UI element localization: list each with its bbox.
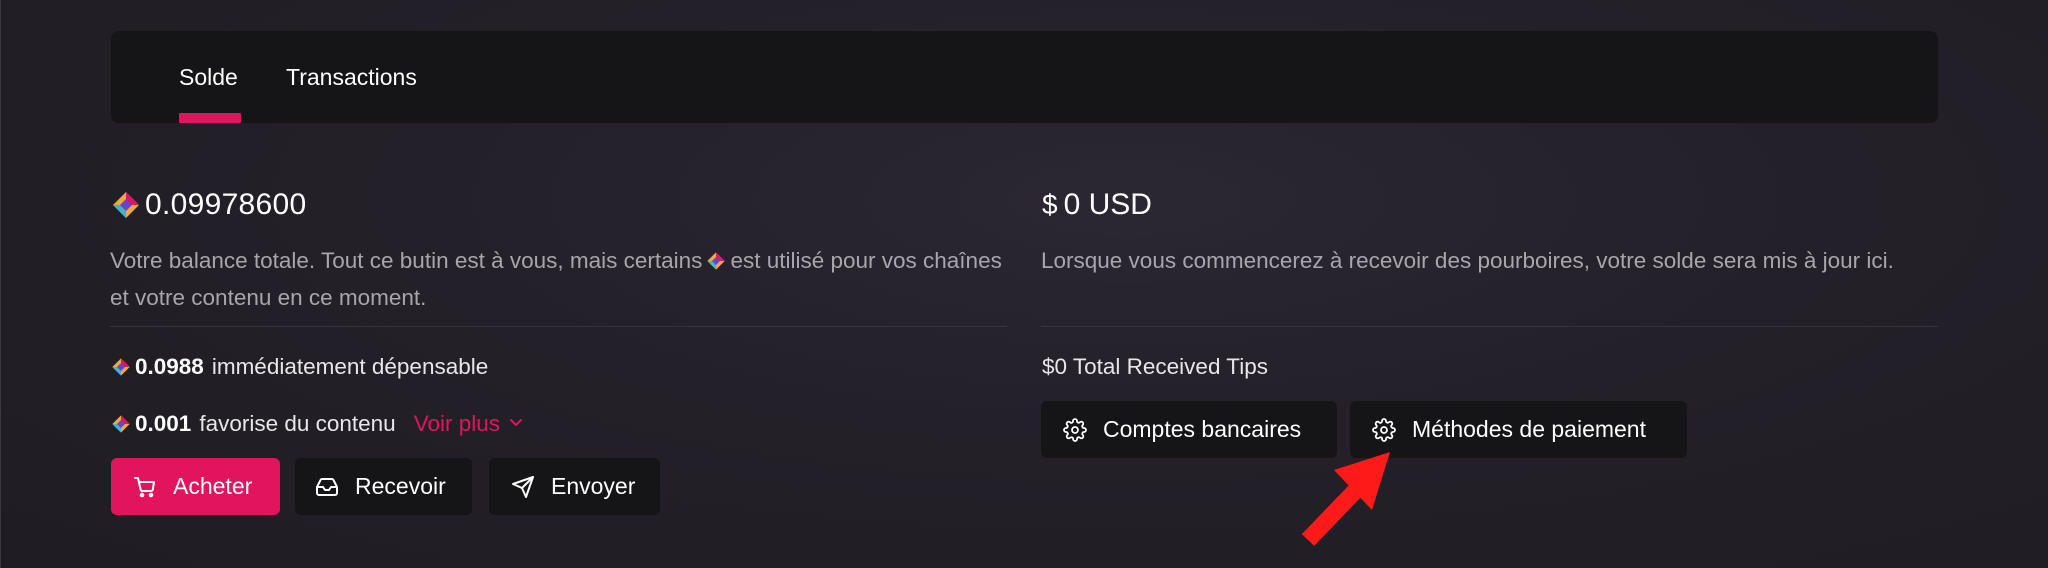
- cart-icon: [133, 475, 157, 499]
- supporting-amount: 0.001: [135, 411, 192, 436]
- payment-methods-label: Méthodes de paiement: [1412, 416, 1646, 442]
- credit-coin-icon: [111, 190, 141, 220]
- annotation-arrow-icon: [1301, 452, 1390, 546]
- spendable-balance: 0.0988 immédiatement dépensable: [111, 354, 488, 380]
- window-edge: [0, 0, 1, 568]
- buy-button[interactable]: Acheter: [111, 458, 280, 515]
- supporting-label: favorise du contenu: [199, 411, 396, 436]
- credit-coin-icon: [111, 414, 131, 434]
- tips-amount: 0 USD: [1063, 188, 1152, 221]
- receive-button[interactable]: Recevoir: [295, 458, 472, 515]
- gear-icon: [1063, 417, 1087, 442]
- receive-label: Recevoir: [355, 473, 446, 499]
- inbox-icon: [315, 475, 339, 499]
- tips-balance: $ 0 USD: [1042, 188, 1152, 222]
- chevron-down-icon: [508, 411, 524, 437]
- balance-amount: 0.09978600: [145, 188, 307, 221]
- send-button[interactable]: Envoyer: [489, 458, 660, 515]
- total-received-tips: $0 Total Received Tips: [1042, 354, 1268, 379]
- balance-description-part1: Votre balance totale. Tout ce butin est …: [110, 248, 703, 273]
- send-icon: [511, 475, 535, 499]
- active-tab-indicator: [179, 113, 241, 123]
- gear-icon: [1372, 417, 1396, 442]
- send-label: Envoyer: [551, 473, 636, 499]
- total-balance: 0.09978600: [111, 188, 307, 222]
- divider: [110, 326, 1007, 327]
- bank-accounts-button[interactable]: Comptes bancaires: [1041, 401, 1337, 458]
- supporting-balance: 0.001 favorise du contenu Voir plus: [111, 411, 524, 437]
- divider: [1041, 326, 1938, 327]
- spendable-amount: 0.0988: [135, 354, 204, 379]
- buy-label: Acheter: [173, 473, 253, 499]
- credit-coin-icon: [111, 357, 131, 377]
- tab-transactions[interactable]: Transactions: [286, 31, 417, 123]
- tab-solde[interactable]: Solde: [179, 31, 241, 123]
- see-more-label: Voir plus: [413, 411, 501, 436]
- spendable-label: immédiatement dépensable: [211, 354, 489, 379]
- see-more-link[interactable]: Voir plus: [414, 411, 524, 437]
- bank-accounts-label: Comptes bancaires: [1103, 416, 1302, 442]
- dollar-icon: $: [1042, 189, 1058, 220]
- credit-coin-icon: [706, 247, 726, 281]
- balance-description: Votre balance totale. Tout ce butin est …: [110, 244, 1015, 315]
- tips-description: Lorsque vous commencerez à recevoir des …: [1041, 248, 1894, 273]
- tab-bar: Solde Transactions: [111, 31, 1938, 123]
